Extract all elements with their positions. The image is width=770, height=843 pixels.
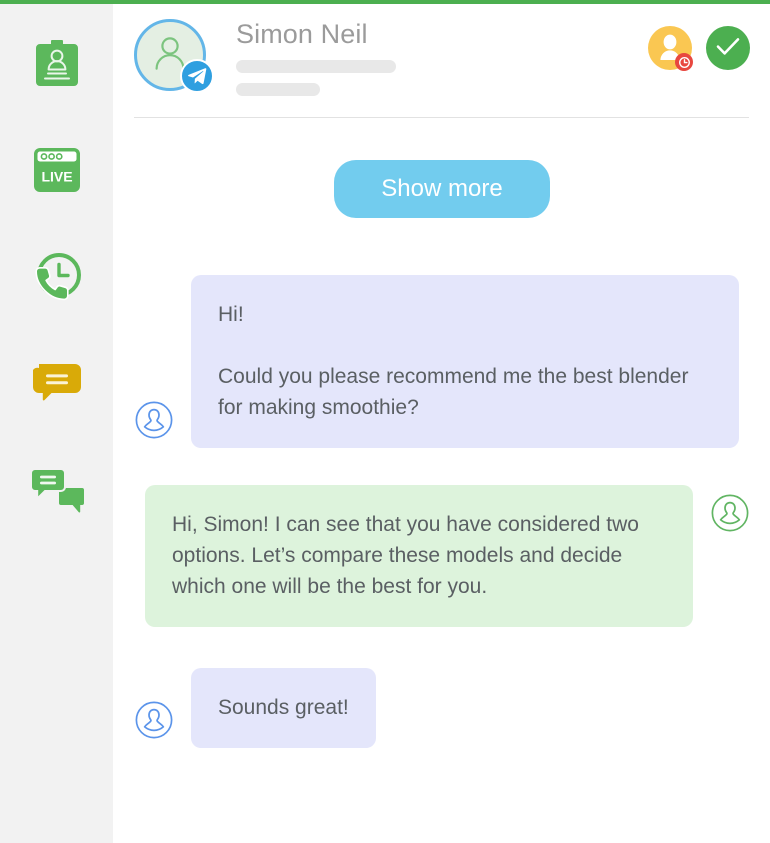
sidebar-rail: LIVE [0, 4, 113, 843]
sidebar-item-call-history[interactable] [22, 242, 92, 312]
telegram-icon [180, 59, 214, 93]
header-divider [134, 117, 749, 118]
double-bubble-icon [29, 468, 84, 514]
chat-panel: Simon Neil Show more Hi! Could you pleas… [113, 4, 770, 843]
message-bubble: Sounds great! [191, 668, 376, 748]
sidebar-item-notes[interactable] [22, 349, 92, 419]
sidebar-item-live-view[interactable]: LIVE [22, 135, 92, 205]
sidebar-item-contact-card[interactable] [22, 28, 92, 98]
contact-avatar[interactable] [134, 19, 214, 95]
contact-name: Simon Neil [236, 19, 368, 49]
chat-console: LIVE Simon Neil Show more Hi! Could you … [0, 0, 770, 843]
person-bust-outline-icon [134, 400, 174, 440]
check-icon [716, 37, 740, 59]
sidebar-item-chat-history[interactable] [22, 456, 92, 526]
person-bust-outline-icon [134, 700, 174, 740]
live-badge-text: LIVE [41, 169, 72, 185]
chat-header: Simon Neil [113, 4, 770, 118]
header-actions [648, 26, 750, 71]
clock-icon [675, 53, 693, 71]
message-row-customer-2: Sounds great! [134, 668, 750, 748]
live-browser-icon: LIVE [33, 148, 80, 192]
message-paragraph: Hi! [218, 303, 244, 326]
detail-placeholder-primary [236, 60, 396, 73]
message-bubble: Hi! Could you please recommend me the be… [191, 275, 739, 448]
message-paragraph: Could you please recommend me the best b… [218, 365, 689, 419]
phone-clock-icon [31, 251, 83, 303]
resolve-chat-button[interactable] [706, 26, 750, 70]
detail-placeholder-secondary [236, 83, 320, 96]
contact-details: Simon Neil [236, 18, 648, 96]
message-paragraph: Sounds great! [218, 696, 349, 719]
message-bubble: Hi, Simon! I can see that you have consi… [145, 485, 693, 627]
conversation-thread: Show more Hi! Could you please recommend… [113, 117, 770, 748]
show-more-button[interactable]: Show more [334, 160, 550, 218]
id-badge-icon [35, 38, 78, 88]
message-row-customer-1: Hi! Could you please recommend me the be… [134, 275, 750, 448]
person-bust-outline-icon [710, 493, 750, 533]
assign-agent-button[interactable] [648, 26, 693, 71]
show-more-row: Show more [134, 117, 750, 218]
message-row-agent-1: Hi, Simon! I can see that you have consi… [134, 485, 750, 627]
speech-bubble-icon [32, 362, 82, 406]
message-paragraph: Hi, Simon! I can see that you have consi… [172, 513, 639, 598]
